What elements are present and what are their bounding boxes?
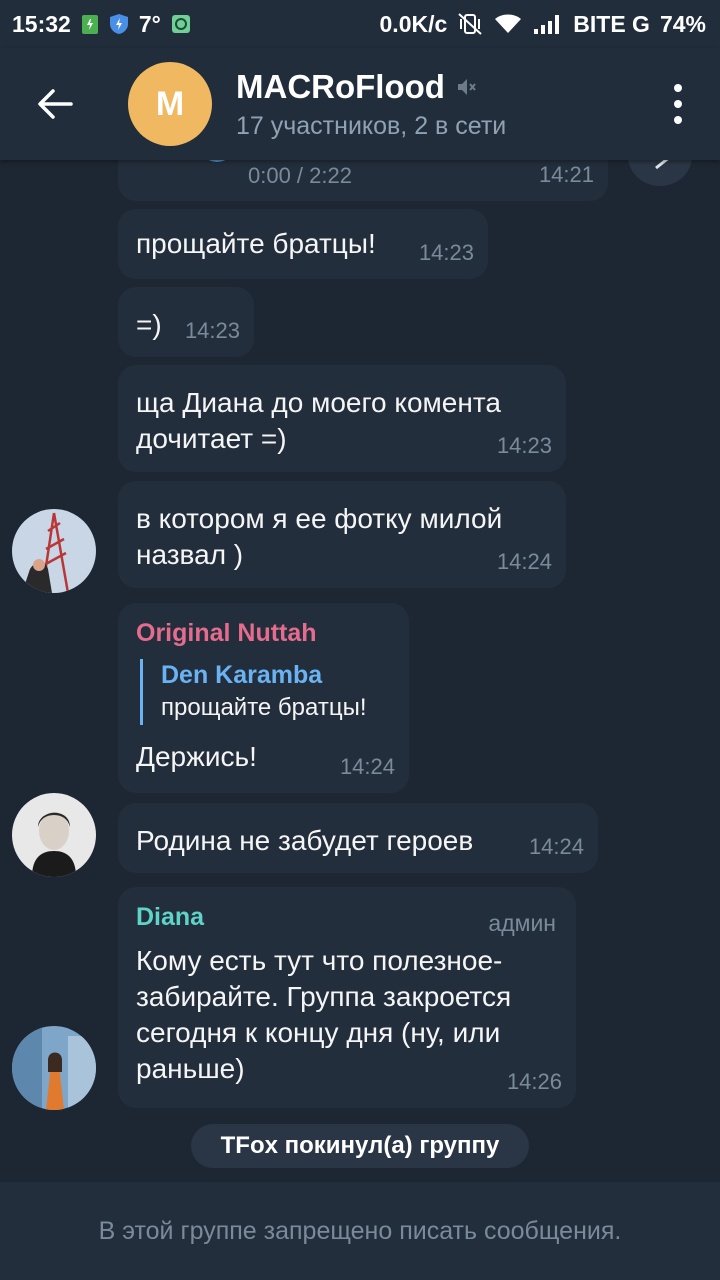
user-avatar[interactable]	[12, 509, 96, 593]
message-time: 14:26	[506, 1069, 562, 1094]
message-bubble[interactable]: прощайте братцы! 14:23	[118, 209, 488, 279]
message-text: Родина не забудет героев	[136, 825, 474, 856]
chat-header: M MACRoFlood 17 участников, 2 в сети	[0, 48, 720, 160]
battery-saver-icon	[81, 13, 99, 35]
audio-progress: 0:00 / 2:22	[248, 163, 352, 188]
app-notification-icon	[171, 14, 191, 34]
reply-quote[interactable]: Den Karamba прощайте братцы!	[140, 659, 391, 725]
reply-author: Den Karamba	[161, 661, 323, 689]
message-time: 14:24	[528, 834, 584, 859]
shield-icon	[109, 13, 129, 35]
status-carrier: BITE G	[573, 10, 650, 37]
message-text: в котором я ее фотку милой назвал )	[136, 503, 503, 570]
reply-message-bubble[interactable]: Original Nuttah Den Karamba прощайте бра…	[118, 603, 409, 793]
group-title: MACRoFlood	[236, 67, 445, 105]
service-message: TFox покинул(а) группу	[191, 1124, 529, 1168]
message-text: прощайте братцы!	[136, 228, 376, 259]
user-avatar[interactable]	[12, 1026, 96, 1110]
wifi-icon	[493, 13, 523, 35]
muted-icon	[457, 78, 476, 95]
message-text: =)	[136, 309, 162, 340]
message-bubble[interactable]: Diana админ Кому есть тут что полезное- …	[118, 887, 576, 1108]
dot	[674, 84, 682, 92]
message-text: Кому есть тут что полезное- забирайте. Г…	[136, 945, 512, 1084]
bottom-notice-bar: В этой группе запрещено писать сообщения…	[0, 1182, 720, 1280]
dot	[674, 116, 682, 124]
user-avatar[interactable]	[12, 793, 96, 877]
message-time: 14:23	[496, 433, 552, 458]
status-battery: 74%	[659, 10, 706, 37]
group-members-status: 17 участников, 2 в сети	[236, 111, 507, 140]
back-button[interactable]	[0, 48, 110, 160]
dot	[674, 100, 682, 108]
vibrate-off-icon	[457, 12, 483, 36]
reply-text: прощайте братцы!	[161, 694, 367, 721]
message-bubble[interactable]: в котором я ее фотку милой назвал ) 14:2…	[118, 481, 566, 588]
message-bubble[interactable]: ща Диана до моего комента дочитает =) 14…	[118, 365, 566, 472]
sender-name[interactable]: Original Nuttah	[136, 617, 391, 649]
more-menu-button[interactable]	[666, 84, 690, 124]
message-time: 14:21	[538, 162, 594, 187]
status-time: 15:32	[12, 10, 71, 37]
message-text: Держись!	[136, 741, 257, 772]
write-restricted-notice: В этой группе запрещено писать сообщения…	[98, 1216, 622, 1245]
group-avatar[interactable]: M	[128, 62, 212, 146]
status-network-speed: 0.0K/c	[379, 10, 448, 37]
message-time: 14:24	[496, 549, 552, 574]
status-temperature: 7°	[138, 10, 161, 37]
admin-badge: админ	[488, 910, 556, 936]
message-time: 14:24	[339, 754, 395, 779]
message-time: 14:23	[418, 240, 474, 265]
status-bar: 15:32 7° 0.0K/c BITE G 74%	[0, 0, 720, 48]
message-bubble[interactable]: =) 14:23	[118, 287, 254, 357]
message-bubble[interactable]: Родина не забудет героев 14:24	[118, 803, 598, 873]
message-text: ща Диана до моего комента дочитает =)	[136, 387, 501, 454]
message-time: 14:23	[184, 318, 240, 343]
back-arrow-icon	[38, 89, 73, 119]
group-info[interactable]: MACRoFlood 17 участников, 2 в сети	[236, 68, 506, 141]
signal-icon	[533, 13, 563, 35]
